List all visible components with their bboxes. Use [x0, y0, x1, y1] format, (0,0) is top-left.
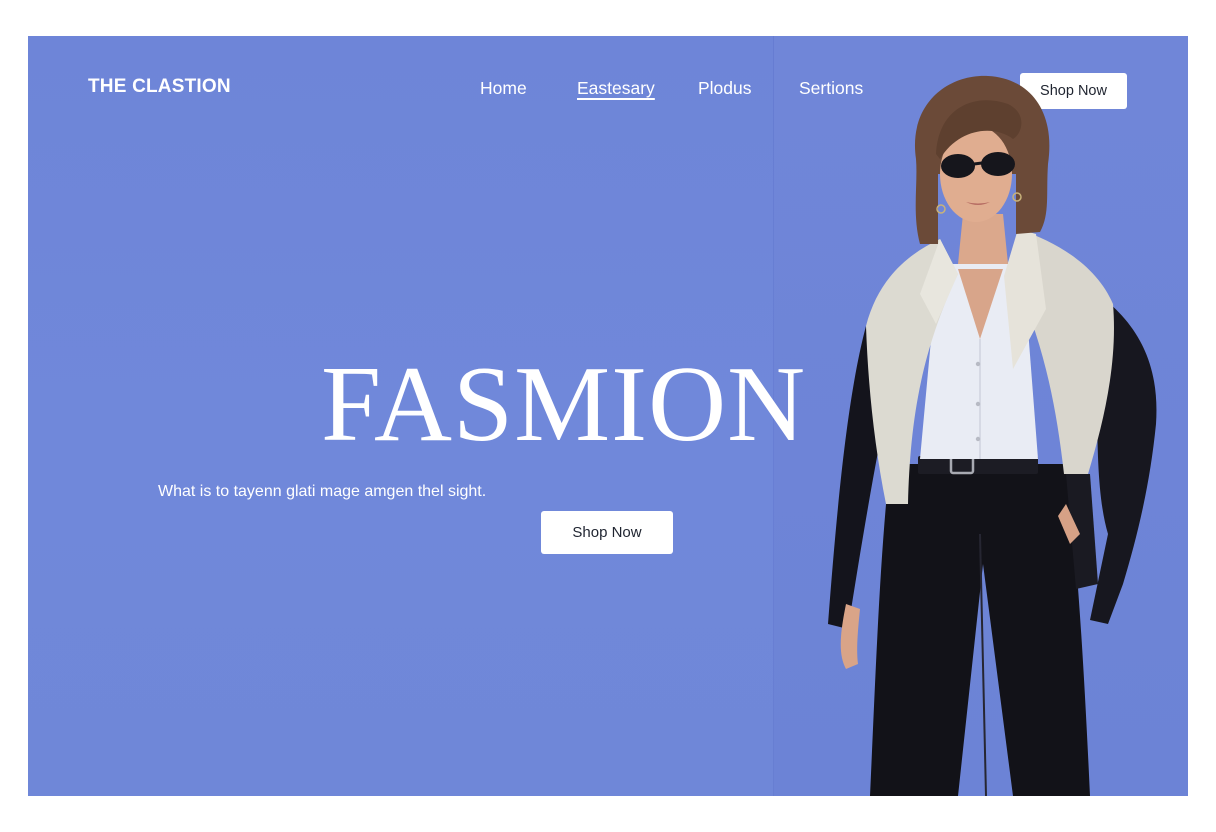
hero-section: THE CLASTION Home Eastesary Plodus Serti… — [28, 36, 1188, 796]
nav-item-plodus[interactable]: Plodus — [698, 78, 752, 99]
brand-logo[interactable]: THE CLASTION — [88, 76, 231, 98]
nav-item-home[interactable]: Home — [480, 78, 527, 99]
nav-item-eastesary[interactable]: Eastesary — [577, 78, 655, 99]
hero-title: FASMION — [321, 345, 807, 464]
shop-now-hero-button[interactable]: Shop Now — [541, 511, 673, 554]
fashion-model-photo — [828, 75, 1157, 796]
hero-subtitle: What is to tayenn glati mage amgen thel … — [158, 483, 487, 500]
